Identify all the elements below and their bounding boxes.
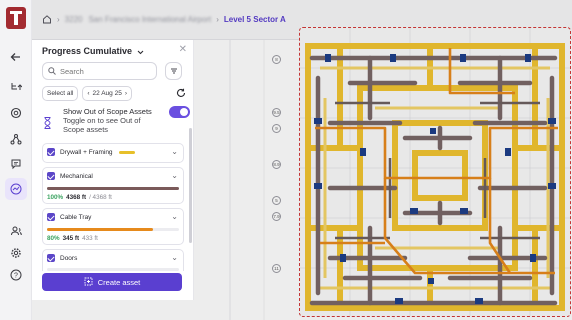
svg-text:?: ? — [14, 272, 18, 279]
progress-stats: 80% 345 ft 433 ft — [47, 235, 98, 242]
progress-bar — [47, 187, 179, 190]
close-icon[interactable]: ✕ — [179, 44, 187, 55]
grid-bubble: 5 — [272, 196, 281, 205]
chevron-left-icon[interactable]: ‹ — [87, 90, 89, 97]
legend-swatch — [118, 150, 135, 154]
create-asset-label: Create asset — [97, 277, 141, 287]
filter-button[interactable] — [165, 62, 182, 80]
grid-bubble: 9.5 — [272, 108, 281, 117]
hourglass-icon — [44, 116, 51, 129]
asset-label: Drywall + Framing — [60, 148, 113, 156]
progress-total: 433 ft — [82, 235, 98, 242]
out-of-scope-setting: Show Out of Scope Assets Toggle on to se… — [42, 106, 192, 136]
toolbar-row: Select all ‹ 22 Aug 25 › — [42, 85, 192, 101]
left-rail: ? — [0, 0, 32, 320]
progress-fill — [47, 187, 179, 190]
progress-chart-icon[interactable] — [5, 178, 27, 200]
progress-bar — [47, 268, 179, 271]
search-input[interactable] — [60, 66, 150, 76]
asset-checkbox[interactable] — [47, 172, 55, 180]
add-shape-icon — [84, 277, 93, 288]
chevron-down-icon[interactable]: ⌄ — [171, 253, 178, 262]
app-logo[interactable] — [6, 7, 26, 29]
search-input-wrapper[interactable] — [42, 62, 157, 80]
scope-subtitle: Toggle on to see Out of Scope assets — [63, 116, 141, 134]
list-item[interactable]: Mechanical ⌄ 100% 4368 ft / 4368 ft — [42, 167, 184, 204]
chevron-right-icon[interactable]: › — [125, 90, 127, 97]
out-of-scope-toggle[interactable] — [169, 106, 190, 118]
panel-scrollbar[interactable] — [189, 128, 192, 243]
list-item[interactable]: Drywall + Framing ⌄ — [42, 143, 184, 163]
grid-bubble: 9 — [272, 124, 281, 133]
grid-bubble: 8.9 — [272, 160, 281, 169]
asset-checkbox[interactable] — [47, 148, 55, 156]
breadcrumb-current[interactable]: Level 5 Sector A — [224, 15, 286, 24]
users-icon[interactable] — [5, 220, 27, 242]
chevron-right-icon: › — [216, 15, 219, 24]
chevron-down-icon[interactable] — [137, 42, 144, 60]
progress-bar — [47, 228, 179, 231]
asset-label: Mechanical — [60, 172, 93, 180]
help-icon[interactable]: ? — [5, 264, 27, 286]
grid-bubble: 8 — [272, 55, 281, 64]
chevron-down-icon[interactable]: ⌄ — [171, 147, 178, 156]
asset-label: Cable Tray — [60, 213, 92, 221]
chevron-right-icon: › — [57, 15, 60, 24]
layers-icon[interactable] — [5, 75, 27, 97]
scope-title: Show Out of Scope Assets — [63, 107, 152, 116]
panel-title[interactable]: Progress Cumulative — [42, 46, 132, 56]
grid-bubble: 11 — [272, 264, 281, 273]
create-asset-button[interactable]: Create asset — [42, 273, 182, 291]
breadcrumb-site[interactable]: San Francisco International Airport — [88, 15, 211, 24]
asset-list: Drywall + Framing ⌄ Mechanical ⌄ 100% 43… — [42, 143, 188, 271]
progress-panel: Progress Cumulative ✕ Select all ‹ 22 Au… — [32, 40, 194, 300]
breadcrumb-project[interactable]: 3220 — [65, 15, 83, 24]
progress-total: / 4368 ft — [89, 194, 112, 201]
settings-icon[interactable] — [5, 242, 27, 264]
list-item[interactable]: Cable Tray ⌄ 80% 345 ft 433 ft — [42, 208, 184, 245]
chevron-down-icon[interactable]: ⌄ — [171, 171, 178, 180]
panel-header: Progress Cumulative — [42, 40, 192, 62]
asset-checkbox[interactable] — [47, 254, 55, 262]
select-all-button[interactable]: Select all — [42, 85, 79, 101]
asset-label: Doors — [60, 254, 78, 262]
asset-checkbox[interactable] — [47, 213, 55, 221]
date-value: 22 Aug 25 — [92, 89, 122, 97]
home-icon[interactable] — [42, 14, 52, 26]
progress-stats: 100% 4368 ft / 4368 ft — [47, 194, 112, 201]
aperture-icon[interactable] — [5, 102, 27, 124]
progress-done: 345 ft — [62, 235, 80, 242]
date-picker[interactable]: ‹ 22 Aug 25 › — [82, 85, 132, 101]
list-item[interactable]: Doors ⌄ — [42, 249, 184, 271]
filter-icon — [170, 62, 178, 80]
progress-percent: 100% — [47, 194, 64, 201]
progress-done: 4368 ft — [66, 194, 87, 201]
floor-plan-overlay[interactable] — [299, 27, 571, 317]
grid-bubble: 7.9 — [272, 212, 281, 221]
progress-percent: 80% — [47, 235, 60, 242]
mep-drawing — [300, 28, 570, 316]
back-arrow-icon[interactable] — [5, 46, 27, 68]
chevron-down-icon[interactable]: ⌄ — [171, 212, 178, 221]
refresh-icon[interactable] — [174, 86, 188, 100]
progress-fill — [47, 228, 153, 231]
network-icon[interactable] — [5, 128, 27, 150]
comment-icon[interactable] — [5, 153, 27, 175]
search-icon — [48, 62, 56, 80]
